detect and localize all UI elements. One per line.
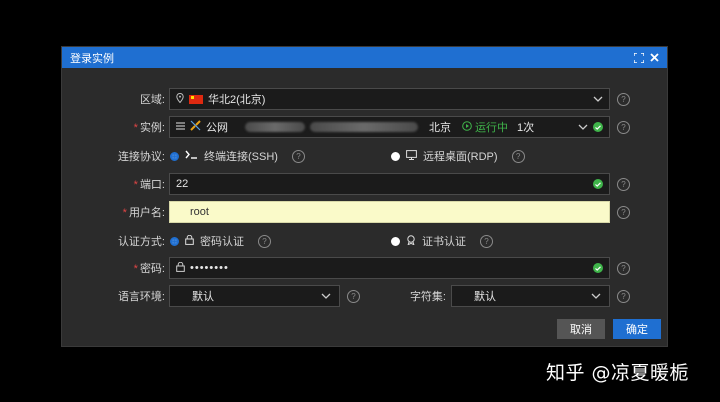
check-circle-icon bbox=[593, 122, 603, 132]
password-label: 密码: bbox=[139, 263, 165, 275]
username-row: * 用户名: root ? bbox=[62, 201, 667, 223]
instance-label: 实例: bbox=[139, 122, 165, 134]
protocol-row: 连接协议: 终端连接(SSH) ? 远程桌面(RDP) ? bbox=[62, 145, 667, 167]
username-label: 用户名: bbox=[128, 207, 165, 219]
remote-desktop-icon bbox=[406, 149, 417, 163]
certificate-icon bbox=[406, 234, 416, 248]
location-pin-icon bbox=[176, 92, 184, 106]
port-row: * 端口: 22 ? bbox=[62, 173, 667, 195]
region-label: 区域: bbox=[139, 94, 165, 106]
china-flag-icon bbox=[189, 94, 203, 104]
radio-password[interactable] bbox=[170, 236, 179, 246]
radio-ssh[interactable] bbox=[170, 151, 179, 161]
status-badge: 运行中 bbox=[462, 119, 508, 135]
username-value: root bbox=[190, 206, 209, 218]
cancel-button[interactable]: 取消 bbox=[557, 319, 605, 339]
locale-select[interactable]: 默认 bbox=[169, 285, 340, 307]
password-row: * 密码: •••••••• ? bbox=[62, 257, 667, 279]
network-icon bbox=[190, 120, 201, 134]
chevron-down-icon bbox=[593, 94, 603, 105]
auth-row: 认证方式: 密码认证 ? 证书认证 ? bbox=[62, 230, 667, 252]
auth-label: 认证方式: bbox=[117, 236, 165, 248]
terminal-icon bbox=[185, 150, 198, 162]
protocol-ssh-label: 终端连接(SSH) bbox=[204, 151, 278, 163]
chevron-down-icon bbox=[321, 291, 331, 302]
instance-count: 1次 bbox=[517, 122, 535, 134]
redacted-text bbox=[245, 122, 305, 132]
redacted-text bbox=[310, 122, 418, 132]
check-circle-icon bbox=[593, 179, 603, 189]
help-icon[interactable]: ? bbox=[617, 289, 630, 303]
help-icon[interactable]: ? bbox=[291, 149, 305, 163]
locale-row: 语言环境: 默认 ? 字符集: 默认 ? bbox=[62, 285, 667, 307]
confirm-button[interactable]: 确定 bbox=[613, 319, 661, 339]
instance-city: 北京 bbox=[429, 122, 451, 134]
password-input[interactable]: •••••••• bbox=[169, 257, 610, 279]
charset-value: 默认 bbox=[474, 291, 496, 303]
region-value: 华北2(北京) bbox=[208, 94, 266, 106]
auth-cert-label: 证书认证 bbox=[422, 236, 466, 248]
watermark: 知乎 @凉夏暖栀 bbox=[546, 362, 690, 384]
lock-icon bbox=[185, 234, 194, 248]
locale-value: 默认 bbox=[192, 291, 214, 303]
maximize-icon[interactable] bbox=[634, 52, 644, 63]
help-icon[interactable]: ? bbox=[617, 177, 630, 191]
instance-row: * 实例: 公网 北京 运行中 1次 ? bbox=[62, 116, 667, 138]
port-label: 端口: bbox=[139, 179, 165, 191]
protocol-ssh-option[interactable]: 终端连接(SSH) ? bbox=[170, 148, 305, 164]
username-input[interactable]: root bbox=[169, 201, 610, 223]
auth-password-option[interactable]: 密码认证 ? bbox=[170, 233, 271, 249]
instance-status: 运行中 bbox=[475, 122, 508, 134]
list-icon bbox=[176, 121, 185, 133]
help-icon[interactable]: ? bbox=[617, 92, 630, 106]
charset-select[interactable]: 默认 bbox=[451, 285, 610, 307]
close-icon[interactable] bbox=[650, 53, 659, 62]
auth-password-label: 密码认证 bbox=[200, 236, 244, 248]
dialog-title: 登录实例 bbox=[70, 52, 114, 65]
radio-rdp[interactable] bbox=[391, 151, 400, 161]
auth-cert-option[interactable]: 证书认证 ? bbox=[391, 233, 493, 249]
locale-label: 语言环境: bbox=[117, 291, 165, 303]
login-instance-dialog: 登录实例 区域: 华北2(北京) ? * 实例: 公网 北京 运行中 1次 ? … bbox=[61, 46, 668, 347]
chevron-down-icon bbox=[578, 122, 588, 133]
help-icon[interactable]: ? bbox=[617, 205, 630, 219]
radio-cert[interactable] bbox=[391, 236, 400, 246]
help-icon[interactable]: ? bbox=[617, 261, 630, 275]
password-value: •••••••• bbox=[190, 262, 229, 274]
charset-label: 字符集: bbox=[409, 291, 446, 303]
instance-select[interactable]: 公网 北京 运行中 1次 bbox=[169, 116, 610, 138]
port-value: 22 bbox=[176, 178, 189, 190]
protocol-rdp-option[interactable]: 远程桌面(RDP) ? bbox=[391, 148, 525, 164]
protocol-label: 连接协议: bbox=[117, 151, 165, 163]
region-select[interactable]: 华北2(北京) bbox=[169, 88, 610, 110]
check-circle-icon bbox=[593, 263, 603, 273]
help-icon[interactable]: ? bbox=[480, 234, 493, 248]
help-icon[interactable]: ? bbox=[511, 149, 525, 163]
lock-icon bbox=[176, 261, 185, 275]
protocol-rdp-label: 远程桌面(RDP) bbox=[423, 151, 498, 163]
help-icon[interactable]: ? bbox=[617, 120, 630, 134]
region-row: 区域: 华北2(北京) ? bbox=[62, 88, 667, 110]
dialog-titlebar: 登录实例 bbox=[62, 47, 667, 68]
chevron-down-icon bbox=[591, 291, 601, 302]
instance-network: 公网 bbox=[206, 122, 228, 134]
help-icon[interactable]: ? bbox=[258, 234, 271, 248]
play-circle-icon bbox=[462, 120, 472, 134]
port-input[interactable]: 22 bbox=[169, 173, 610, 195]
